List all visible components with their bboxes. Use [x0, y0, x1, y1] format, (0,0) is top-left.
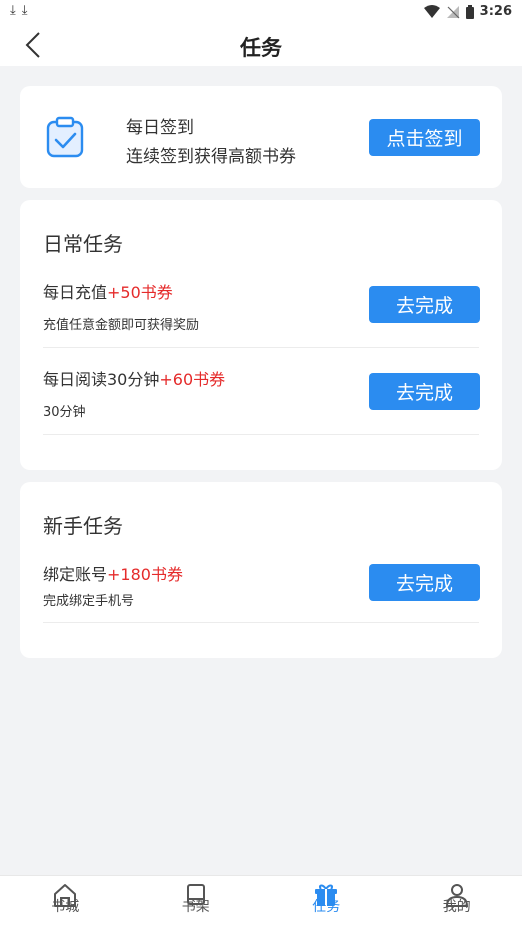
- bottom-tab-bar: 书城 书架 任务 我的: [0, 875, 522, 928]
- divider: [43, 622, 479, 623]
- daily-tasks-card: 日常任务 每日充值+50书券 充值任意金额即可获得奖励 去完成 每日阅读30分钟…: [20, 200, 502, 470]
- battery-icon: [465, 4, 474, 19]
- task-desc-reading: 30分钟: [43, 405, 86, 420]
- tab-tasks[interactable]: 任务: [261, 876, 392, 928]
- tab-mine[interactable]: 我的: [392, 876, 522, 928]
- tab-bookstore[interactable]: 书城: [0, 876, 131, 928]
- tab-bookshelf[interactable]: 书架: [131, 876, 262, 928]
- tab-label: 书城: [51, 899, 80, 915]
- nav-bar: 任务: [0, 24, 522, 66]
- task-desc-bind-account: 完成绑定手机号: [43, 594, 135, 609]
- section-title-daily: 日常任务: [43, 232, 123, 256]
- page-title: 任务: [240, 36, 282, 60]
- tab-label: 我的: [442, 899, 471, 915]
- tab-label: 书架: [181, 899, 210, 915]
- status-bar: ⤓⤓ 3:26: [0, 0, 522, 24]
- task-title-bind-account: 绑定账号+180书券: [43, 565, 183, 584]
- reward-label: +60书券: [159, 370, 226, 389]
- reward-label: +180书券: [107, 565, 183, 584]
- tab-label: 任务: [312, 899, 341, 915]
- section-title-newbie: 新手任务: [43, 514, 123, 538]
- status-right: 3:26: [423, 4, 512, 19]
- signin-title: 每日签到: [126, 118, 194, 138]
- signin-subtitle: 连续签到获得高额书券: [126, 147, 296, 167]
- wifi-icon: [423, 4, 440, 18]
- task-title-reading: 每日阅读30分钟+60书券: [43, 370, 226, 389]
- signin-button[interactable]: 点击签到: [369, 119, 480, 156]
- download-icons: ⤓⤓: [10, 3, 34, 18]
- task-title-recharge: 每日充值+50书券: [43, 283, 173, 302]
- signin-card: 每日签到 连续签到获得高额书券 点击签到: [20, 86, 502, 188]
- status-time: 3:26: [479, 4, 512, 19]
- complete-button-bind-account[interactable]: 去完成: [369, 564, 480, 601]
- reward-label: +50书券: [107, 283, 173, 302]
- clipboard-check-icon: [46, 116, 84, 158]
- complete-button-reading[interactable]: 去完成: [369, 373, 480, 410]
- task-desc-recharge: 充值任意金额即可获得奖励: [43, 318, 200, 333]
- divider: [43, 347, 479, 348]
- newbie-tasks-card: 新手任务 绑定账号+180书券 完成绑定手机号 去完成: [20, 482, 502, 658]
- complete-button-recharge[interactable]: 去完成: [369, 286, 480, 323]
- no-signal-icon: [446, 5, 460, 18]
- divider: [43, 434, 479, 435]
